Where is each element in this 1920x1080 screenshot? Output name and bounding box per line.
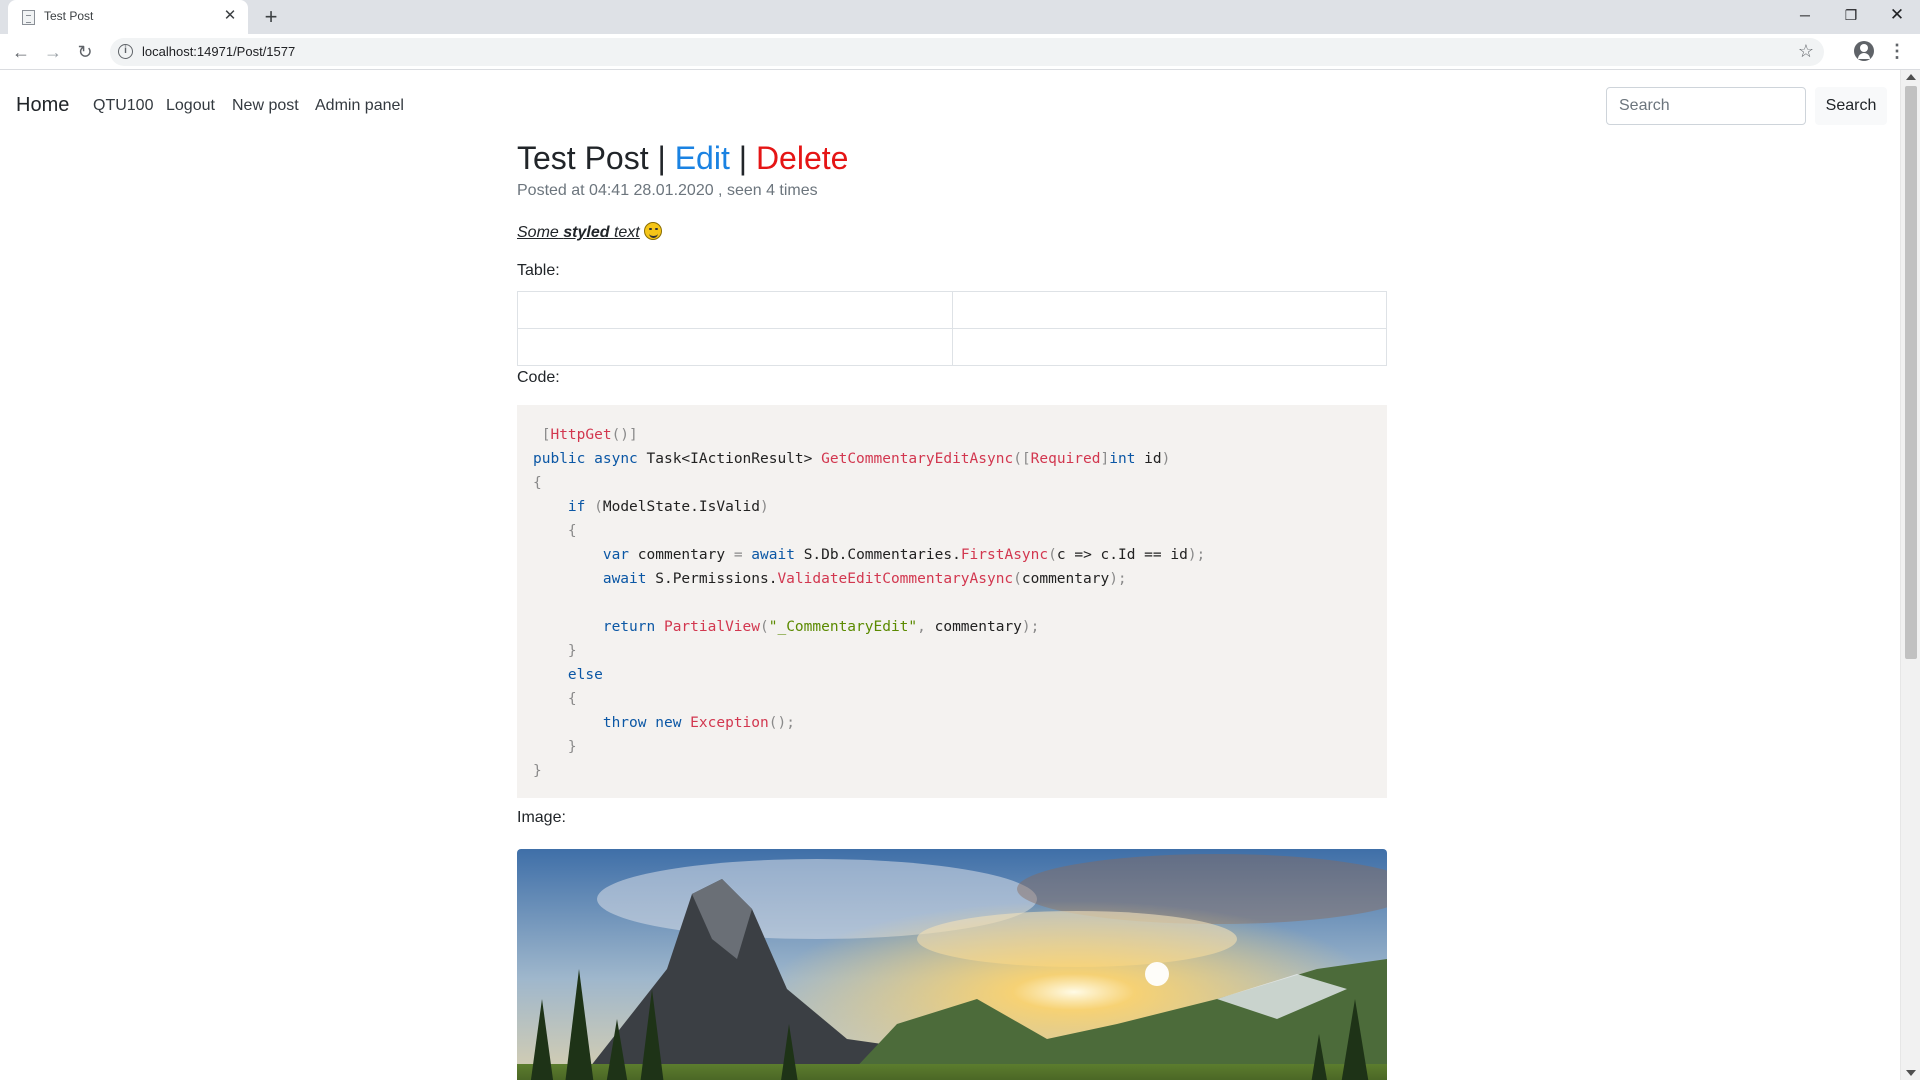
bookmark-star-icon[interactable]: ☆ — [1798, 41, 1814, 62]
restore-icon[interactable]: ❐ — [1828, 0, 1874, 30]
close-tab-icon[interactable]: ✕ — [220, 6, 240, 26]
smiley-emoji-icon — [643, 222, 662, 240]
post-title: Test Post | Edit | Delete — [517, 138, 1387, 180]
new-post-link[interactable]: New post — [232, 97, 299, 115]
address-bar[interactable]: i localhost:14971/Post/1577 ☆ — [110, 38, 1824, 66]
search-input[interactable] — [1606, 87, 1806, 125]
page-icon — [22, 10, 35, 25]
styled-plain: text — [613, 224, 640, 241]
post-content: Test Post | Edit | Delete Posted at 04:4… — [517, 138, 1387, 1080]
table-cell — [517, 328, 953, 366]
title-separator: | — [738, 140, 748, 176]
info-icon[interactable]: i — [118, 44, 133, 59]
table-label: Table: — [517, 262, 560, 279]
post-table — [517, 291, 1387, 366]
forward-arrow-icon[interactable]: → — [40, 39, 66, 65]
post-title-text: Test Post — [517, 140, 649, 176]
table-cell — [517, 291, 953, 329]
reload-icon[interactable]: ↻ — [72, 39, 98, 65]
admin-panel-link[interactable]: Admin panel — [315, 97, 404, 115]
post-meta: Posted at 04:41 28.01.2020 , seen 4 time… — [517, 182, 818, 199]
close-window-icon[interactable]: ✕ — [1874, 0, 1920, 30]
address-url[interactable]: localhost:14971/Post/1577 — [142, 44, 295, 59]
edit-link[interactable]: Edit — [675, 140, 730, 176]
browser-toolbar: ← → ↻ i localhost:14971/Post/1577 ☆ ⋮ — [0, 34, 1920, 70]
profile-avatar-icon[interactable] — [1854, 41, 1874, 61]
code-label: Code: — [517, 369, 560, 386]
scroll-down-arrow-icon[interactable] — [1906, 1070, 1916, 1076]
browser-menu-icon[interactable]: ⋮ — [1888, 40, 1906, 62]
browser-tab[interactable]: Test Post ✕ — [8, 0, 248, 34]
styled-text: Some styled text — [517, 222, 1387, 246]
home-link[interactable]: Home — [16, 94, 69, 117]
site-navbar: Home QTU100 Logout New post Admin panel … — [0, 70, 1900, 142]
browser-tabstrip: Test Post ✕ + ─ ❐ ✕ — [0, 0, 1920, 34]
styled-bold: styled — [563, 224, 610, 241]
table-row — [517, 328, 1387, 366]
scroll-up-arrow-icon[interactable] — [1906, 74, 1916, 80]
minimize-icon[interactable]: ─ — [1782, 0, 1828, 30]
table-cell — [951, 328, 1387, 366]
search-button[interactable]: Search — [1815, 87, 1887, 125]
logout-link[interactable]: Logout — [166, 97, 215, 115]
mountain-landscape-picture — [517, 849, 1387, 1080]
tab-title: Test Post — [44, 9, 94, 23]
table-cell — [951, 291, 1387, 329]
delete-link[interactable]: Delete — [756, 140, 849, 176]
back-arrow-icon[interactable]: ← — [8, 39, 34, 65]
scrollbar-thumb[interactable] — [1905, 86, 1917, 659]
page-scrollbar[interactable] — [1900, 70, 1920, 1080]
code-block: [HttpGet()] public async Task<IActionRes… — [517, 405, 1387, 798]
title-separator: | — [657, 140, 666, 176]
landscape-image — [517, 849, 1387, 1080]
image-label: Image: — [517, 809, 566, 826]
new-tab-icon[interactable]: + — [258, 4, 284, 30]
user-link[interactable]: QTU100 — [93, 97, 153, 115]
page-viewport: Home QTU100 Logout New post Admin panel … — [0, 70, 1920, 1080]
table-row — [517, 291, 1387, 329]
styled-some: Some — [517, 224, 559, 241]
